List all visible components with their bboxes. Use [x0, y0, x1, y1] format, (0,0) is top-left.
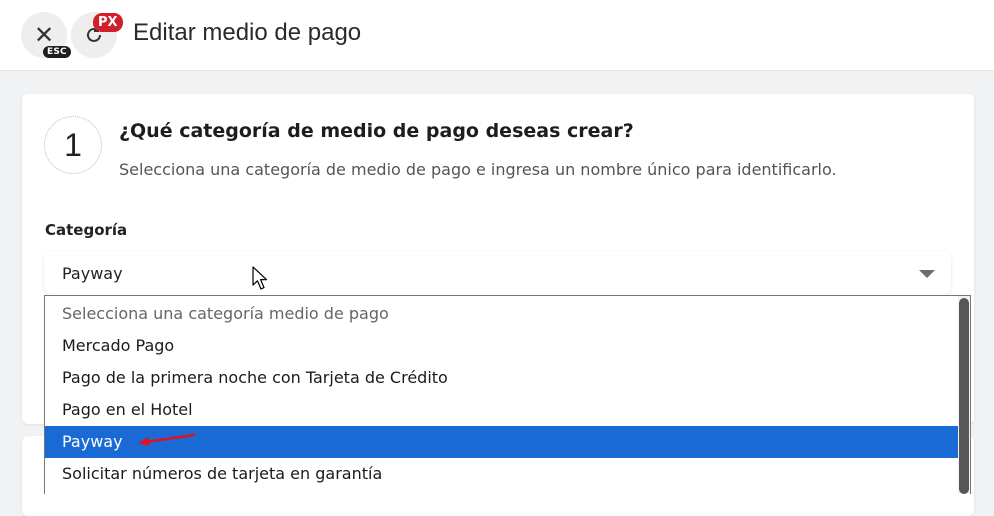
option-pago-en-hotel[interactable]: Pago en el Hotel — [45, 394, 958, 426]
section-title: ¿Qué categoría de medio de pago deseas c… — [119, 120, 634, 142]
px-badge: PX — [93, 13, 123, 32]
esc-shortcut-badge: ESC — [43, 46, 71, 58]
mouse-cursor-icon — [252, 266, 268, 290]
close-icon: ✕ — [33, 21, 55, 49]
option-solicitar-tarjeta[interactable]: Solicitar números de tarjeta en garantía — [45, 458, 958, 490]
scrollbar-thumb[interactable] — [959, 298, 969, 494]
chevron-down-icon — [919, 270, 935, 278]
annotation-arrow-icon — [138, 433, 196, 446]
option-placeholder[interactable]: Selecciona una categoría medio de pago — [45, 298, 958, 330]
page-title: Editar medio de pago — [133, 19, 362, 46]
category-select-value: Payway — [62, 264, 123, 283]
category-dropdown-list: Selecciona una categoría medio de pago M… — [44, 295, 971, 494]
category-label: Categoría — [45, 221, 128, 239]
option-mercado-pago[interactable]: Mercado Pago — [45, 330, 958, 362]
step-number: 1 — [44, 116, 102, 174]
dropdown-scrollbar[interactable] — [958, 296, 970, 494]
option-pago-primera-noche[interactable]: Pago de la primera noche con Tarjeta de … — [45, 362, 958, 394]
section-description: Selecciona una categoría de medio de pag… — [119, 160, 837, 179]
top-bar: ✕ ESC PX Editar medio de pago — [0, 0, 994, 71]
category-select[interactable]: Payway — [44, 251, 951, 295]
